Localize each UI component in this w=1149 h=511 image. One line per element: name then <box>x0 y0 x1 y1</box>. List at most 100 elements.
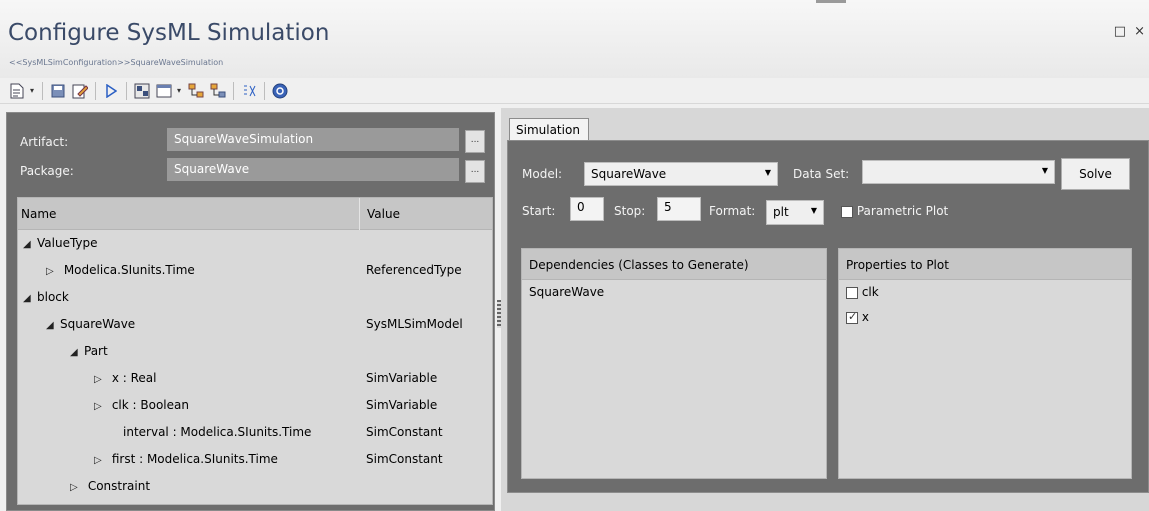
model-label: Model: <box>522 167 563 181</box>
title-bar: Configure SysML Simulation <<SysMLSimCon… <box>0 0 1149 78</box>
collapse-toggle-icon[interactable]: ◢ <box>23 293 37 304</box>
solve-button[interactable]: Solve <box>1061 158 1130 190</box>
collapse-toggle-icon[interactable]: ◢ <box>70 347 84 358</box>
toolbar-separator <box>264 81 266 100</box>
maximize-icon[interactable]: □ <box>1114 24 1126 39</box>
tree-header: Name Value <box>18 198 492 230</box>
tree-row-value: SysMLSimModel <box>366 317 463 331</box>
list-item[interactable]: clk <box>839 280 1131 305</box>
tree-row-name: ValueType <box>37 236 98 250</box>
name-column-header[interactable]: Name <box>21 207 56 221</box>
list-item[interactable]: SquareWave <box>522 280 826 305</box>
parametric-plot-label: Parametric Plot <box>856 204 949 218</box>
dataset-select[interactable]: ▼ <box>862 160 1055 184</box>
tree-row-value: SimConstant <box>366 452 443 466</box>
parametric-plot-option[interactable]: Parametric Plot <box>841 204 948 218</box>
element-tree: Name Value ◢ ValueType ▷ Modelica.SIunits… <box>17 197 493 505</box>
tree-row[interactable]: ▷ x : Real SimVariable <box>18 365 492 392</box>
tree-row-value: SimVariable <box>366 371 438 385</box>
property-label: x <box>861 310 869 324</box>
dependencies-header: Dependencies (Classes to Generate) <box>522 249 826 280</box>
expand-toggle-icon[interactable]: ▷ <box>94 455 108 466</box>
format-select[interactable]: plt ▼ <box>766 200 824 225</box>
chevron-down-icon: ▼ <box>1041 166 1048 175</box>
help-icon[interactable] <box>271 82 289 100</box>
start-label: Start: <box>522 204 556 218</box>
property-label: clk <box>861 285 879 299</box>
tree-row-name: Part <box>84 344 108 358</box>
dependencies-list: Dependencies (Classes to Generate) Squar… <box>521 248 827 479</box>
configuration-panel: Artifact: SquareWaveSimulation ... Packa… <box>6 112 495 511</box>
property-checkbox-clk[interactable] <box>846 286 858 299</box>
list-item[interactable]: x <box>839 305 1131 330</box>
tab-simulation[interactable]: Simulation <box>509 118 589 141</box>
tree-row[interactable]: ▷ Constraint <box>18 473 492 500</box>
tree-row-name: interval : Modelica.SIunits.Time <box>123 425 312 439</box>
tree-row[interactable]: ▷ first : Modelica.SIunits.Time SimConst… <box>18 446 492 473</box>
artifact-browse-button[interactable]: ... <box>465 130 485 153</box>
tree-row-value: ReferencedType <box>366 263 462 277</box>
window-buttons: □ × <box>1106 24 1145 39</box>
model-select-value: SquareWave <box>591 167 667 181</box>
expand-toggle-icon[interactable]: ▷ <box>70 482 84 493</box>
run-icon[interactable] <box>102 82 120 100</box>
generate-code-icon[interactable] <box>133 82 151 100</box>
tree-row[interactable]: interval : Modelica.SIunits.Time SimCons… <box>18 419 492 446</box>
package-field[interactable]: SquareWave <box>167 158 459 181</box>
toolbar: ▾ ▾ <box>0 78 1149 104</box>
stop-label: Stop: <box>614 204 646 218</box>
value-column-header[interactable]: Value <box>359 198 492 230</box>
filter-icon[interactable] <box>240 82 258 100</box>
parametric-plot-checkbox[interactable] <box>841 205 853 218</box>
window-subtitle: <<SysMLSimConfiguration>>SquareWaveSimul… <box>9 58 224 67</box>
tree-row[interactable]: ◢ SquareWave SysMLSimModel <box>18 311 492 338</box>
dataset-label: Data Set: <box>793 167 850 181</box>
new-icon[interactable] <box>8 82 26 100</box>
package-label: Package: <box>20 164 74 178</box>
collapse-icon[interactable] <box>209 82 227 100</box>
view-icon[interactable] <box>155 82 173 100</box>
tree-row-name: x : Real <box>111 371 157 385</box>
chevron-down-icon: ▼ <box>764 168 771 177</box>
property-checkbox-x[interactable] <box>846 310 858 324</box>
toolbar-separator <box>126 81 128 100</box>
tree-row-name: clk : Boolean <box>111 398 189 412</box>
tree-row-name: block <box>37 290 69 304</box>
save-icon[interactable] <box>49 82 67 100</box>
model-select[interactable]: SquareWave ▼ <box>584 162 778 186</box>
edit-icon[interactable] <box>71 82 89 100</box>
new-dropdown-icon[interactable]: ▾ <box>30 86 34 95</box>
toolbar-separator <box>233 81 235 100</box>
tree-row-name: Constraint <box>87 479 151 493</box>
tree-row-name: Modelica.SIunits.Time <box>63 263 195 277</box>
expand-toggle-icon[interactable]: ▷ <box>94 401 108 412</box>
simulation-tab-body: Model: SquareWave ▼ Data Set: ▼ Solve St… <box>507 140 1149 493</box>
stop-field[interactable]: 5 <box>657 197 701 221</box>
expand-toggle-icon[interactable]: ▷ <box>94 374 108 385</box>
properties-list: Properties to Plot clk x <box>838 248 1132 479</box>
format-select-value: plt <box>773 205 789 219</box>
tree-row-value: SimVariable <box>366 398 438 412</box>
start-field[interactable]: 0 <box>570 197 604 221</box>
tree-row[interactable]: ◢ Part <box>18 338 492 365</box>
tree-row-name: first : Modelica.SIunits.Time <box>111 452 278 466</box>
collapse-toggle-icon[interactable]: ◢ <box>23 239 37 250</box>
properties-header: Properties to Plot <box>839 249 1131 280</box>
chevron-down-icon: ▼ <box>810 206 817 215</box>
tree-row[interactable]: ▷ clk : Boolean SimVariable <box>18 392 492 419</box>
tree-row[interactable]: ◢ block <box>18 284 492 311</box>
toolbar-separator <box>95 81 97 100</box>
simulation-panel: Simulation Model: SquareWave ▼ Data Set:… <box>501 108 1149 511</box>
expand-icon[interactable] <box>187 82 205 100</box>
close-icon[interactable]: × <box>1134 24 1145 39</box>
format-label: Format: <box>709 204 756 218</box>
tree-row[interactable]: ◢ ValueType <box>18 230 492 257</box>
expand-toggle-icon[interactable]: ▷ <box>46 266 60 277</box>
package-browse-button[interactable]: ... <box>465 160 485 183</box>
collapse-toggle-icon[interactable]: ◢ <box>46 320 60 331</box>
artifact-field[interactable]: SquareWaveSimulation <box>167 128 459 151</box>
tree-row-name: SquareWave <box>60 317 136 331</box>
view-dropdown-icon[interactable]: ▾ <box>177 86 181 95</box>
artifact-label: Artifact: <box>20 135 69 149</box>
tree-row[interactable]: ▷ Modelica.SIunits.Time ReferencedType <box>18 257 492 284</box>
